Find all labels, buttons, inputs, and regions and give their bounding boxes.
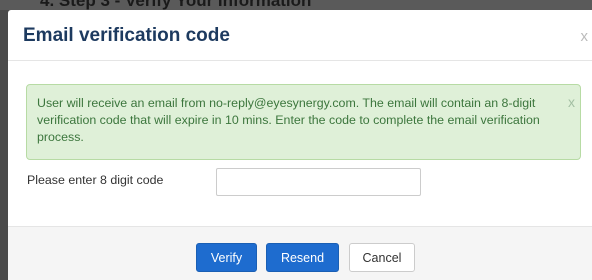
verification-code-input[interactable] <box>216 168 421 196</box>
background-page: 4. Step 3 - Verify Your Information <box>0 0 592 10</box>
modal-footer: Verify Resend Cancel <box>8 226 592 280</box>
cancel-button[interactable]: Cancel <box>349 243 415 272</box>
close-icon[interactable]: x <box>581 28 589 45</box>
resend-button[interactable]: Resend <box>266 243 339 272</box>
email-verification-modal: Email verification code x User will rece… <box>8 10 592 280</box>
alert-message: User will receive an email from no-reply… <box>37 96 540 144</box>
code-label: Please enter 8 digit code <box>27 173 164 187</box>
background-heading: 4. Step 3 - Verify Your Information <box>40 0 312 10</box>
modal-header: Email verification code x <box>8 10 592 61</box>
verify-button[interactable]: Verify <box>196 243 257 272</box>
alert-close-icon[interactable]: x <box>568 94 575 110</box>
modal-title: Email verification code <box>23 25 230 46</box>
info-alert: User will receive an email from no-reply… <box>26 84 581 160</box>
